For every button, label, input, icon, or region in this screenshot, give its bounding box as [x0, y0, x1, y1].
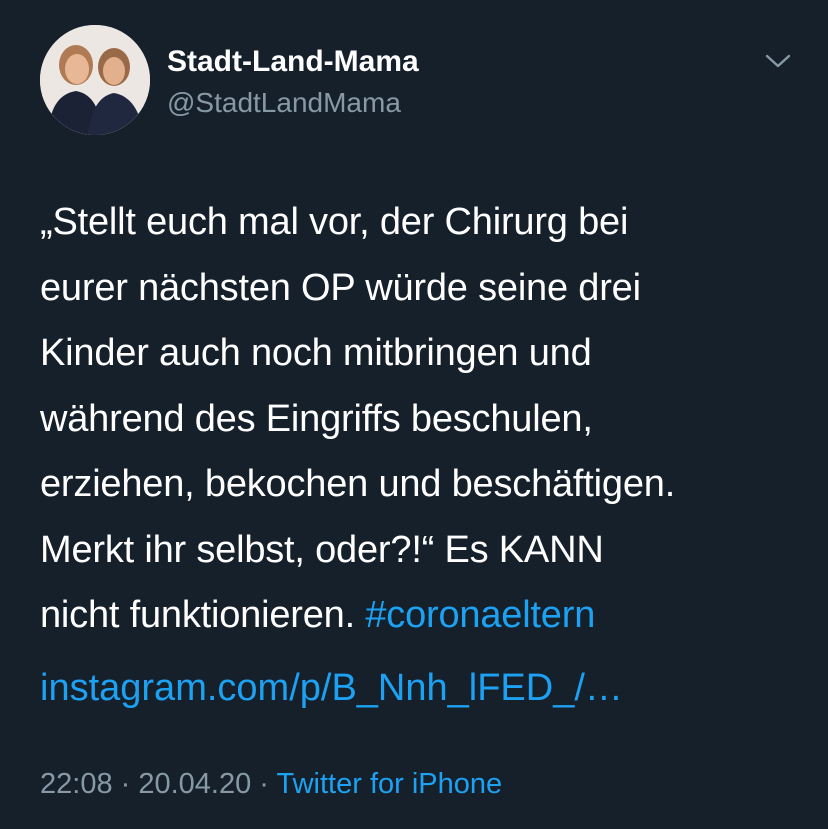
- meta-separator: ·: [251, 768, 277, 800]
- tweet-text-line: „Stellt euch mal vor, der Chirurg bei: [40, 201, 629, 243]
- tweet-time: 22:08: [40, 768, 113, 800]
- tweet-header: Stadt-Land-Mama @StadtLandMama: [40, 25, 800, 137]
- meta-separator: ·: [112, 768, 139, 800]
- tweet-text-last-line: nicht funktionieren. #coronaeltern: [40, 583, 800, 649]
- user-handle[interactable]: @StadtLandMama: [167, 86, 419, 120]
- tweet-text-line: Kinder auch noch mitbringen und: [40, 332, 592, 374]
- tweet-text-line: eurer nächsten OP würde seine drei: [40, 266, 641, 309]
- external-link[interactable]: instagram.com/p/B_Nnh_lFED_/…: [40, 667, 623, 709]
- tweet-text-segment: nicht funktionieren.: [40, 594, 366, 636]
- display-name[interactable]: Stadt-Land-Mama: [167, 45, 419, 79]
- tweet-text-line: erziehen, bekochen und beschäftigen.: [40, 463, 676, 505]
- tweet-text: „Stellt euch mal vor, der Chirurg bei eu…: [40, 190, 800, 649]
- user-names: Stadt-Land-Mama @StadtLandMama: [167, 45, 419, 120]
- hashtag-link[interactable]: #coronaeltern: [365, 594, 595, 636]
- avatar[interactable]: [40, 25, 150, 135]
- link-line: instagram.com/p/B_Nnh_lFED_/…: [40, 656, 623, 722]
- tweet-date: 20.04.20: [138, 768, 252, 800]
- tweet-text-line: während des Eingriffs beschulen,: [40, 397, 593, 440]
- chevron-down-icon[interactable]: [764, 51, 792, 71]
- tweet-text-line: Merkt ihr selbst, oder?!“ Es KANN: [40, 528, 604, 571]
- tweet: Stadt-Land-Mama @StadtLandMama „Stellt e…: [0, 0, 828, 829]
- tweet-meta: 22:08 · 20.04.20 · Twitter for iPhone: [40, 762, 502, 806]
- tweet-source-link[interactable]: Twitter for iPhone: [277, 768, 503, 800]
- avatar-image: [40, 25, 150, 135]
